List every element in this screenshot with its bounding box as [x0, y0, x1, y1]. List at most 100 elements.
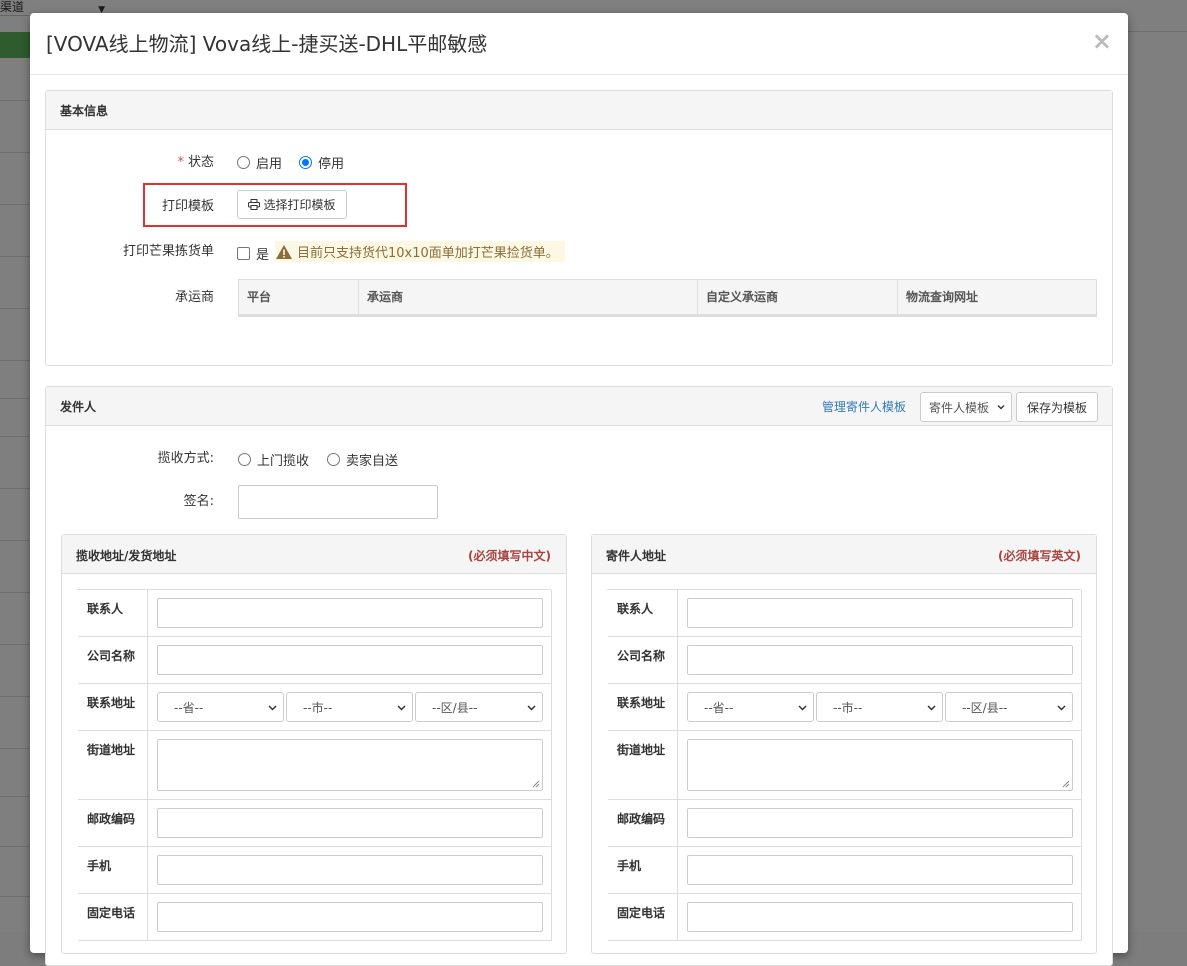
pickup-method-label: 揽收方式: — [157, 451, 214, 466]
save-as-template-label: 保存为模板 — [1026, 400, 1087, 415]
carrier-col-platform: 平台 — [239, 280, 359, 314]
sender-address-form: 联系人 公司名称 联系地址 --省-- --市-- --区/县-- 街道地址 邮… — [607, 589, 1082, 941]
channel-edit-modal: [VOVA线上物流] Vova线上-捷买送-DHL平邮敏感 × 基本信息 * 状态… — [30, 13, 1128, 966]
chevron-down-icon — [927, 705, 936, 711]
postcode-row: 邮政编码 — [608, 800, 1082, 847]
mobile-row: 手机 — [608, 847, 1082, 894]
province-select[interactable]: --省-- — [157, 692, 284, 722]
pickup-address-form: 联系人 公司名称 联系地址 --省-- --市-- --区/县-- 街道地址 邮… — [77, 589, 552, 941]
resize-handle-icon[interactable] — [532, 780, 540, 788]
carrier-table: 平台 承运商 自定义承运商 物流查询网址 — [238, 279, 1097, 315]
modal-header: [VOVA线上物流] Vova线上-捷买送-DHL平邮敏感 × — [30, 13, 1128, 75]
pickup-address-title: 揽收地址/发货地址 — [76, 549, 177, 563]
pickup-door-radio[interactable]: 上门揽收 — [238, 450, 309, 469]
status-disabled-radio[interactable]: 停用 — [299, 153, 344, 172]
highlight-box — [143, 183, 407, 227]
sender-address-title: 寄件人地址 — [606, 549, 667, 563]
province-select[interactable]: --省-- — [687, 692, 814, 722]
pickup-self-label: 卖家自送 — [346, 454, 399, 469]
phone-input[interactable] — [687, 902, 1073, 932]
manage-sender-template-link[interactable]: 管理寄件人模板 — [822, 398, 906, 415]
postcode-row: 邮政编码 — [78, 800, 552, 847]
signature-input[interactable] — [238, 485, 438, 519]
contact-address-row: 联系地址 --省-- --市-- --区/县-- — [78, 684, 552, 731]
sender-address-panel: 寄件人地址 (必须填写英文) 联系人 公司名称 联系地址 --省-- --市--… — [591, 534, 1097, 954]
status-disabled-label: 停用 — [318, 157, 345, 172]
contact-address-label: 联系地址 — [608, 684, 678, 730]
checkbox-icon[interactable] — [237, 247, 250, 260]
company-input[interactable] — [687, 645, 1073, 675]
city-select-value: --市-- — [833, 700, 863, 715]
postcode-label: 邮政编码 — [608, 800, 678, 846]
mango-pick-warning-text: 目前只支持货代10x10面单加打芒果捡货单。 — [297, 246, 559, 261]
sender-title: 发件人 — [60, 400, 97, 414]
pickup-address-heading: 揽收地址/发货地址 (必须填写中文) — [62, 535, 566, 574]
resize-handle-icon[interactable] — [1062, 780, 1070, 788]
mango-pick-checkbox-label: 是 — [256, 248, 270, 263]
chevron-down-icon — [997, 405, 1005, 410]
city-select-value: --市-- — [303, 700, 333, 715]
pickup-door-label: 上门揽收 — [257, 454, 310, 469]
radio-unchecked-icon[interactable] — [237, 156, 250, 169]
phone-input[interactable] — [157, 902, 543, 932]
sender-template-select[interactable]: 寄件人模板 — [920, 392, 1012, 422]
pickup-self-radio[interactable]: 卖家自送 — [327, 450, 398, 469]
modal-title: [VOVA线上物流] Vova线上-捷买送-DHL平邮敏感 — [46, 32, 488, 56]
contact-input[interactable] — [157, 598, 543, 628]
close-icon[interactable]: × — [1092, 27, 1112, 55]
chevron-down-icon — [527, 705, 536, 711]
radio-checked-icon[interactable] — [299, 156, 312, 169]
street-textarea[interactable] — [157, 739, 543, 791]
mango-pick-warning: 目前只支持货代10x10面单加打芒果捡货单。 — [275, 241, 565, 262]
city-select[interactable]: --市-- — [816, 692, 943, 722]
postcode-label: 邮政编码 — [78, 800, 148, 846]
sender-heading: 发件人 管理寄件人模板 寄件人模板 保存为模板 — [46, 387, 1112, 426]
mango-pick-checkbox[interactable]: 是 — [237, 244, 269, 263]
postcode-input[interactable] — [687, 808, 1073, 838]
mobile-input[interactable] — [157, 855, 543, 885]
radio-unchecked-icon[interactable] — [327, 453, 340, 466]
contact-address-label: 联系地址 — [78, 684, 148, 730]
mobile-input[interactable] — [687, 855, 1073, 885]
signature-label: 签名: — [183, 494, 214, 509]
company-row: 公司名称 — [78, 637, 552, 684]
street-textarea[interactable] — [687, 739, 1073, 791]
chevron-down-icon — [268, 705, 277, 711]
mobile-label: 手机 — [78, 847, 148, 893]
street-label: 街道地址 — [78, 731, 148, 799]
sender-panel: 发件人 管理寄件人模板 寄件人模板 保存为模板 揽收方式: 上门揽收 卖家自送 … — [45, 386, 1113, 966]
district-select-value: --区/县-- — [962, 700, 1008, 715]
pickup-address-panel: 揽收地址/发货地址 (必须填写中文) 联系人 公司名称 联系地址 --省-- -… — [61, 534, 567, 954]
company-input[interactable] — [157, 645, 543, 675]
company-label: 公司名称 — [608, 637, 678, 683]
mango-pick-label: 打印芒果拣货单 — [122, 244, 214, 259]
province-select-value: --省-- — [704, 700, 734, 715]
pickup-address-note: (必须填写中文) — [468, 549, 551, 563]
chevron-down-icon — [798, 705, 807, 711]
save-as-template-button[interactable]: 保存为模板 — [1016, 392, 1098, 422]
district-select[interactable]: --区/县-- — [415, 692, 543, 722]
company-row: 公司名称 — [608, 637, 1082, 684]
district-select-value: --区/县-- — [432, 700, 478, 715]
company-label: 公司名称 — [78, 637, 148, 683]
mobile-label: 手机 — [608, 847, 678, 893]
chevron-down-icon — [1057, 705, 1066, 711]
street-row: 街道地址 — [608, 731, 1082, 800]
sender-template-select-value: 寄件人模板 — [929, 400, 990, 415]
phone-label: 固定电话 — [608, 894, 678, 940]
carrier-col-custom: 自定义承运商 — [698, 280, 898, 314]
status-enabled-radio[interactable]: 启用 — [237, 153, 282, 172]
sender-address-heading: 寄件人地址 (必须填写英文) — [592, 535, 1096, 574]
contact-label: 联系人 — [78, 590, 148, 636]
status-enabled-label: 启用 — [256, 157, 283, 172]
postcode-input[interactable] — [157, 808, 543, 838]
status-label: 状态 — [187, 155, 214, 170]
city-select[interactable]: --市-- — [286, 692, 413, 722]
contact-input[interactable] — [687, 598, 1073, 628]
province-select-value: --省-- — [174, 700, 204, 715]
basic-info-heading: 基本信息 — [46, 91, 1112, 130]
radio-unchecked-icon[interactable] — [238, 453, 251, 466]
district-select[interactable]: --区/县-- — [945, 692, 1073, 722]
basic-info-panel: 基本信息 * 状态 启用 停用 打印模板 选择打印模板 打印芒果拣货单 是 目前… — [45, 90, 1113, 366]
mobile-row: 手机 — [78, 847, 552, 894]
